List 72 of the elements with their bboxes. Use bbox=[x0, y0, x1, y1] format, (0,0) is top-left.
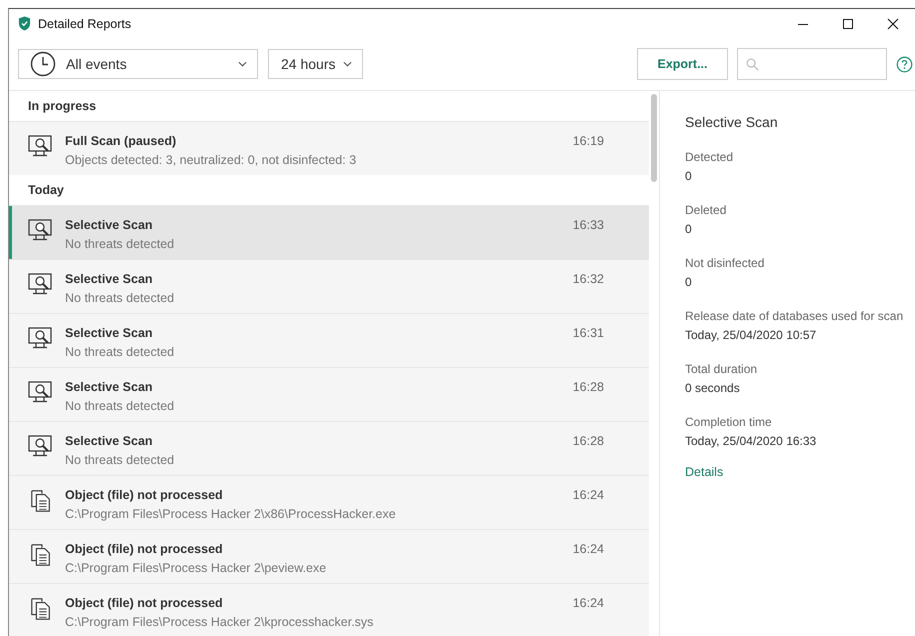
event-description: C:\Program Files\Process Hacker 2\peview.exe bbox=[65, 560, 328, 576]
event-row[interactable]: Object (file) not processed C:\Program Files\Process Hacker 2\kprocesshacker.sys 16:24 bbox=[9, 583, 649, 636]
event-row[interactable]: Selective Scan No threats detected 16:32 bbox=[9, 259, 649, 313]
monitor-magnifier-icon bbox=[28, 135, 54, 159]
event-description: No threats detected bbox=[65, 452, 176, 468]
field-label: Release date of databases used for scan bbox=[685, 308, 904, 324]
event-time: 16:31 bbox=[572, 325, 604, 341]
field-label: Completion time bbox=[685, 414, 773, 430]
caret-icon bbox=[238, 61, 247, 67]
event-row[interactable]: Selective Scan No threats detected 16:33 bbox=[9, 205, 649, 259]
event-title: Selective Scan bbox=[65, 433, 154, 449]
search-icon bbox=[746, 58, 759, 70]
event-title: Object (file) not processed bbox=[65, 487, 224, 503]
close-icon[interactable] bbox=[887, 18, 899, 30]
export-button[interactable]: Export... bbox=[637, 48, 728, 80]
search-field[interactable] bbox=[737, 48, 887, 80]
event-time: 16:32 bbox=[572, 271, 604, 287]
event-time: 16:19 bbox=[572, 133, 604, 149]
event-row[interactable]: Selective Scan No threats detected 16:28 bbox=[9, 421, 649, 475]
scrollbar-thumb[interactable] bbox=[651, 94, 657, 182]
event-description: C:\Program Files\Process Hacker 2\x86\ProcessHacker.exe bbox=[65, 506, 397, 522]
event-row[interactable]: Full Scan (paused) Objects detected: 3, neutralized: 0, not disinfected: 3 16:19 bbox=[9, 121, 649, 175]
event-description: Objects detected: 3, neutralized: 0, not disinfected: 3 bbox=[65, 152, 358, 168]
event-row[interactable]: Object (file) not processed C:\Program Files\Process Hacker 2\peview.exe 16:24 bbox=[9, 529, 649, 583]
event-row[interactable]: Selective Scan No threats detected 16:28 bbox=[9, 367, 649, 421]
window-title: Detailed Reports bbox=[38, 16, 132, 30]
event-row[interactable]: Selective Scan No threats detected 16:31 bbox=[9, 313, 649, 367]
monitor-magnifier-icon bbox=[28, 435, 54, 459]
event-title: Selective Scan bbox=[65, 271, 154, 287]
event-title: Object (file) not processed bbox=[65, 595, 224, 611]
field-label: Total duration bbox=[685, 361, 758, 377]
help-icon[interactable] bbox=[896, 56, 913, 72]
event-row[interactable]: Object (file) not processed C:\Program Files\Process Hacker 2\x86\ProcessHacker.exe 16:24 bbox=[9, 475, 649, 529]
event-description: No threats detected bbox=[65, 290, 176, 306]
monitor-magnifier-icon bbox=[28, 219, 54, 243]
event-description: No threats detected bbox=[65, 344, 176, 360]
field-value: 0 seconds bbox=[685, 380, 741, 396]
shield-icon bbox=[18, 16, 31, 31]
field-value: 0 bbox=[685, 274, 693, 290]
event-title: Selective Scan bbox=[65, 325, 154, 341]
event-filter-dropdown[interactable]: All events bbox=[18, 49, 258, 79]
event-filter-value: All events bbox=[66, 56, 128, 72]
field-label: Detected bbox=[685, 149, 734, 165]
period-value: 24 hours bbox=[281, 56, 336, 72]
field-label: Not disinfected bbox=[685, 255, 766, 271]
monitor-magnifier-icon bbox=[28, 327, 54, 351]
details-title: Selective Scan bbox=[685, 114, 779, 130]
caret-icon bbox=[343, 61, 352, 67]
event-time: 16:24 bbox=[572, 487, 604, 503]
field-value: 0 bbox=[685, 168, 693, 184]
event-description: C:\Program Files\Process Hacker 2\kprocesshacker.sys bbox=[65, 614, 374, 630]
field-value: Today, 25/04/2020 10:57 bbox=[685, 327, 818, 343]
field-value: Today, 25/04/2020 16:33 bbox=[685, 433, 818, 449]
event-time: 16:33 bbox=[572, 217, 604, 233]
event-title: Selective Scan bbox=[65, 217, 154, 233]
monitor-magnifier-icon bbox=[28, 273, 54, 297]
event-title: Object (file) not processed bbox=[65, 541, 224, 557]
field-label: Deleted bbox=[685, 202, 728, 218]
event-title: Selective Scan bbox=[65, 379, 154, 395]
event-time: 16:24 bbox=[572, 595, 604, 611]
clock-icon bbox=[30, 51, 56, 77]
event-time: 16:28 bbox=[572, 379, 604, 395]
details-link[interactable]: Details bbox=[685, 465, 724, 479]
event-title: Full Scan (paused) bbox=[65, 133, 178, 149]
period-dropdown[interactable]: 24 hours bbox=[268, 49, 363, 79]
event-description: No threats detected bbox=[65, 236, 176, 252]
event-time: 16:24 bbox=[572, 541, 604, 557]
maximize-icon[interactable] bbox=[842, 18, 854, 30]
monitor-magnifier-icon bbox=[28, 381, 54, 405]
field-value: 0 bbox=[685, 221, 693, 237]
event-description: No threats detected bbox=[65, 398, 176, 414]
event-time: 16:28 bbox=[572, 433, 604, 449]
